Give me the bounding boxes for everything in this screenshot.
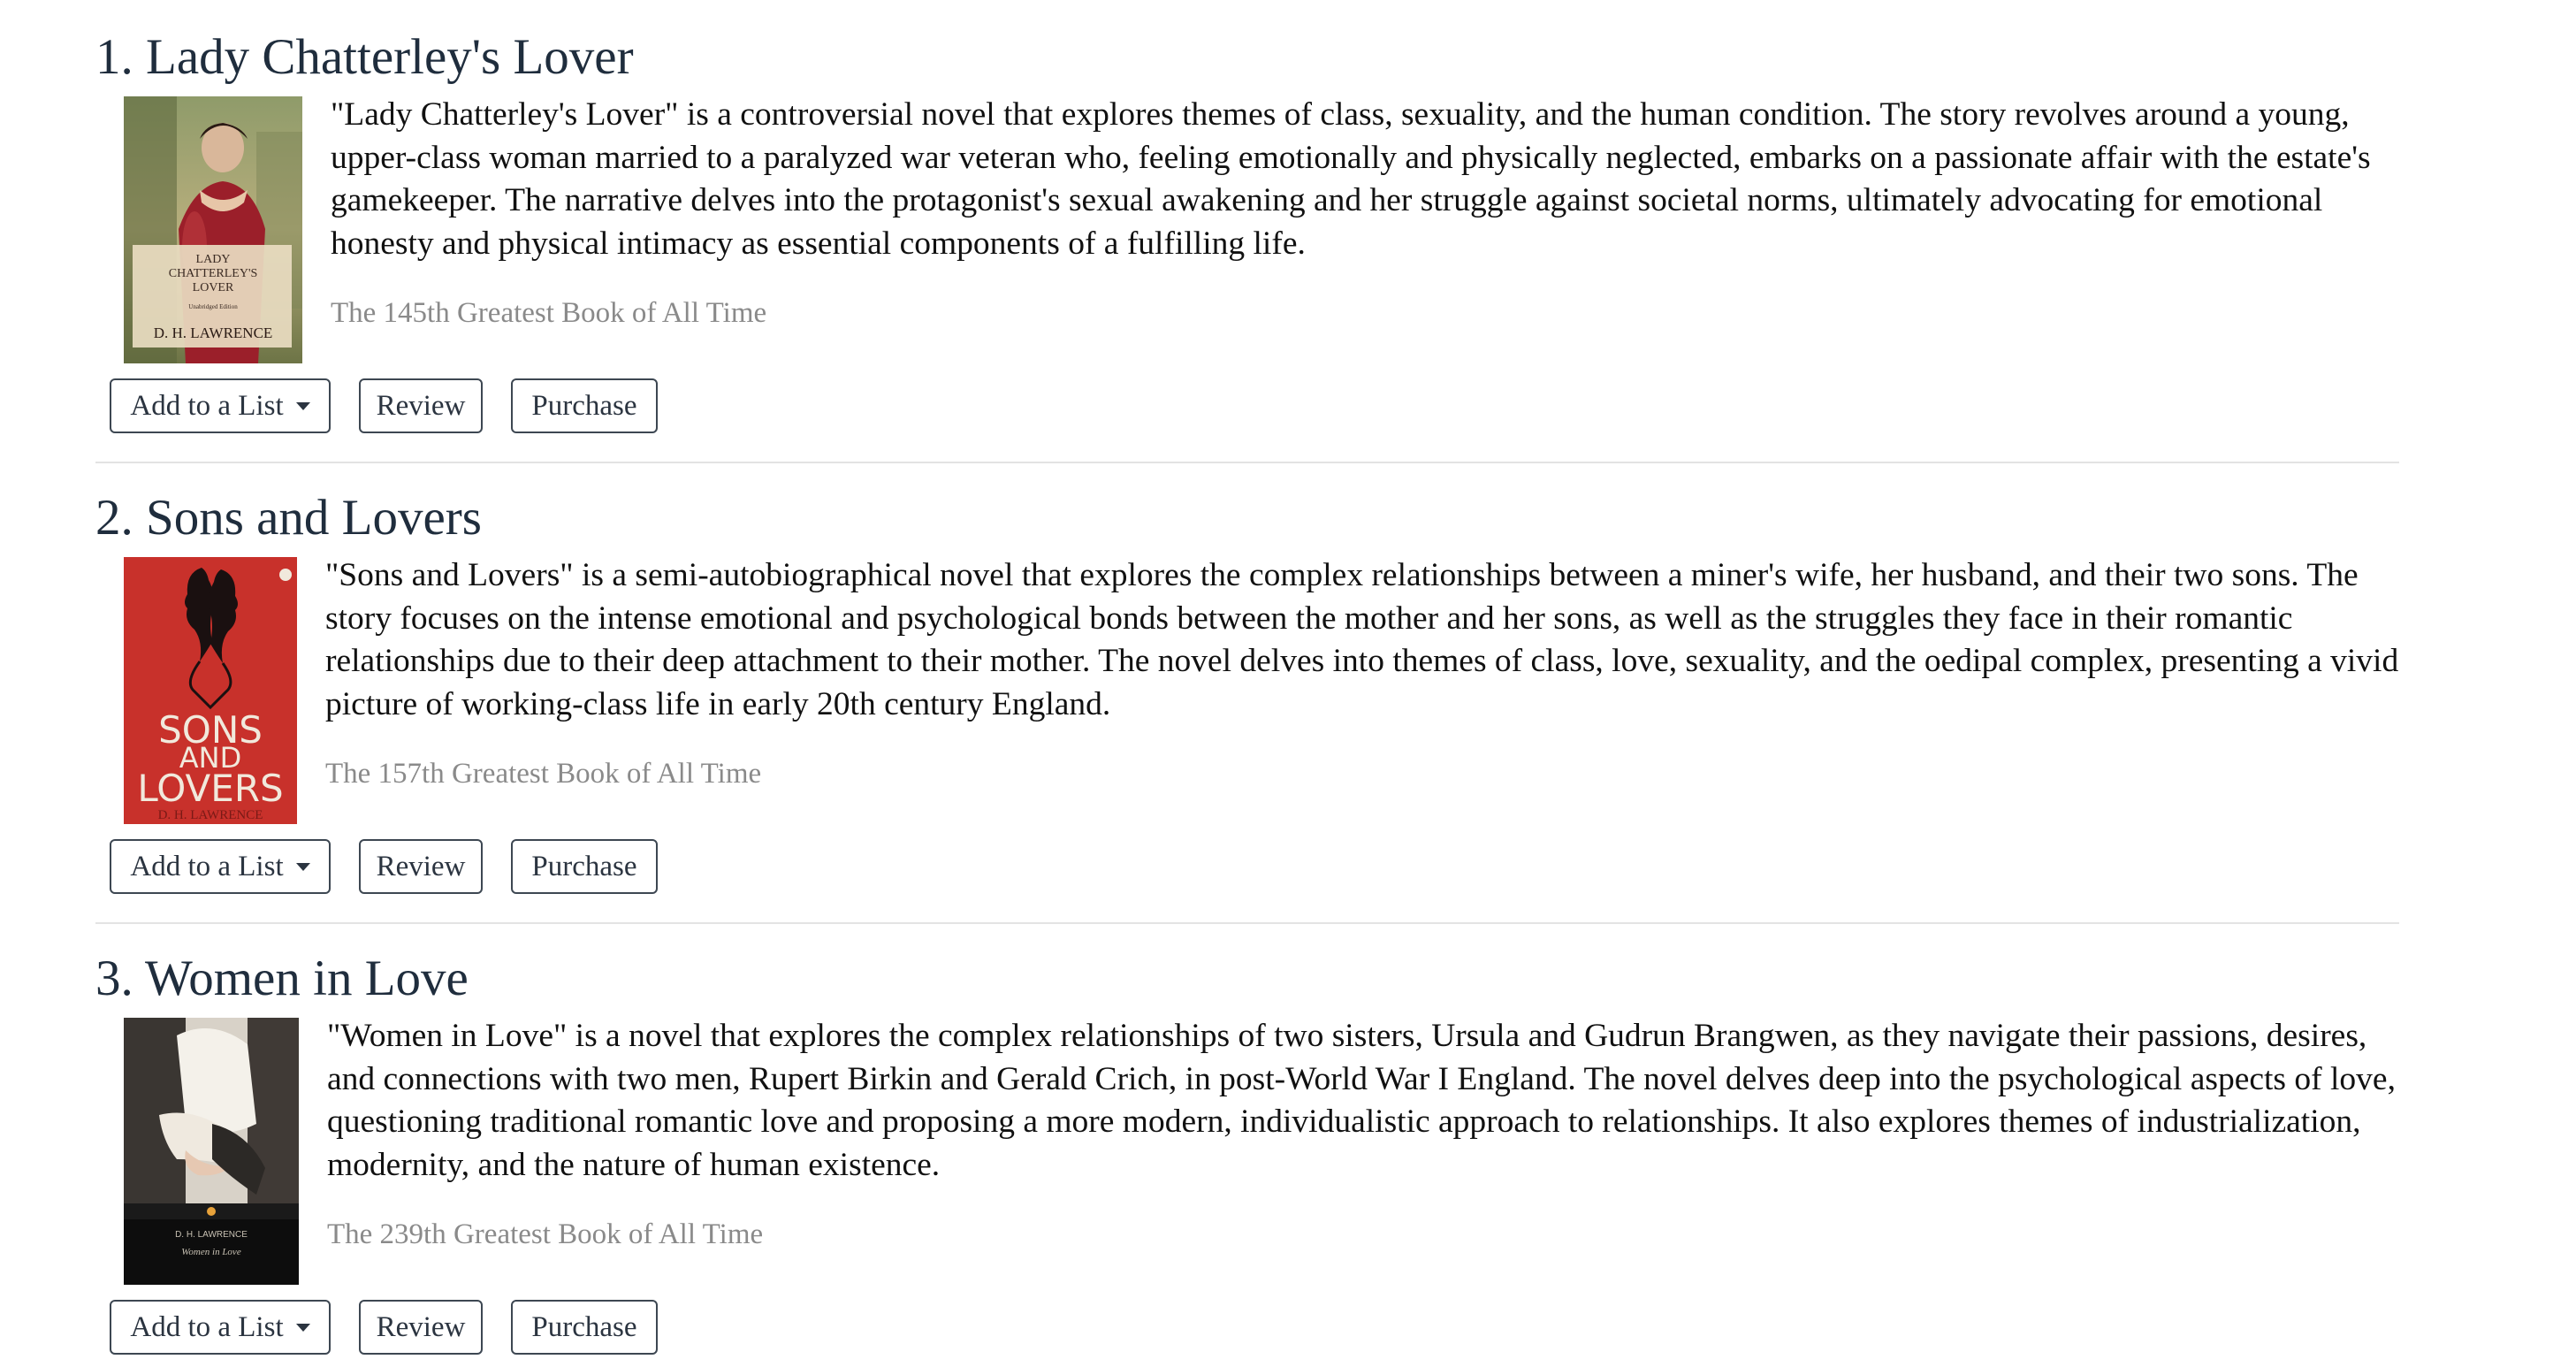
book-description: "Lady Chatterley's Lover" is a controver… <box>331 96 2371 262</box>
svg-text:LOVER: LOVER <box>193 281 234 294</box>
book-title-text: Sons and Lovers <box>146 490 482 546</box>
book-title[interactable]: 2. Sons and Lovers <box>95 487 482 549</box>
svg-text:LOVERS: LOVERS <box>137 767 283 810</box>
add-to-list-label: Add to a List <box>130 851 284 882</box>
book-title[interactable]: 1. Lady Chatterley's Lover <box>95 27 634 88</box>
svg-text:D. H. LAWRENCE: D. H. LAWRENCE <box>158 808 263 822</box>
divider <box>95 462 2399 463</box>
add-to-list-button[interactable]: Add to a List <box>110 1300 331 1355</box>
book-item: 3. Women in Love D. H. LAWRENCE Women in… <box>95 948 2399 1367</box>
book-rank[interactable]: The 145th Greatest Book of All Time <box>331 295 766 331</box>
review-button[interactable]: Review <box>359 839 483 894</box>
purchase-button[interactable]: Purchase <box>511 378 658 433</box>
purchase-button[interactable]: Purchase <box>511 839 658 894</box>
book-cover-image[interactable]: D. H. LAWRENCE Women in Love <box>124 1018 299 1285</box>
add-to-list-button[interactable]: Add to a List <box>110 839 331 894</box>
caret-down-icon <box>295 401 310 410</box>
svg-text:CHATTERLEY'S: CHATTERLEY'S <box>169 267 258 280</box>
svg-text:LADY: LADY <box>196 253 231 266</box>
purchase-button[interactable]: Purchase <box>511 1300 658 1355</box>
book-cover-image[interactable]: SONS AND LOVERS D. H. LAWRENCE <box>124 557 297 824</box>
divider <box>95 922 2399 924</box>
svg-text:D. H. LAWRENCE: D. H. LAWRENCE <box>175 1230 248 1240</box>
book-title-text: Lady Chatterley's Lover <box>146 29 634 85</box>
svg-text:Unabridged Edition: Unabridged Edition <box>188 303 238 310</box>
review-button[interactable]: Review <box>359 1300 483 1355</box>
book-item: 1. Lady Chatterley's Lover LADY CHATTERL… <box>95 27 2399 442</box>
review-button[interactable]: Review <box>359 378 483 433</box>
add-to-list-button[interactable]: Add to a List <box>110 378 331 433</box>
book-number: 3. <box>95 951 133 1006</box>
book-number: 2. <box>95 490 133 546</box>
book-title[interactable]: 3. Women in Love <box>95 948 469 1010</box>
book-number: 1. <box>95 29 133 85</box>
caret-down-icon <box>295 862 310 871</box>
svg-text:D. H. LAWRENCE: D. H. LAWRENCE <box>154 325 273 341</box>
add-to-list-label: Add to a List <box>130 390 284 422</box>
book-title-text: Women in Love <box>144 951 469 1006</box>
caret-down-icon <box>295 1323 310 1332</box>
book-cover-image[interactable]: LADY CHATTERLEY'S LOVER Unabridged Editi… <box>124 96 302 363</box>
add-to-list-label: Add to a List <box>130 1311 284 1343</box>
book-rank[interactable]: The 157th Greatest Book of All Time <box>325 756 761 791</box>
book-description: "Women in Love" is a novel that explores… <box>327 1018 2396 1183</box>
svg-text:Women in Love: Women in Love <box>181 1247 241 1257</box>
book-item: 2. Sons and Lovers SONS AND LOVERS D. H.… <box>95 487 2399 903</box>
book-description: "Sons and Lovers" is a semi-autobiograph… <box>325 557 2399 722</box>
book-rank[interactable]: The 239th Greatest Book of All Time <box>327 1217 763 1252</box>
